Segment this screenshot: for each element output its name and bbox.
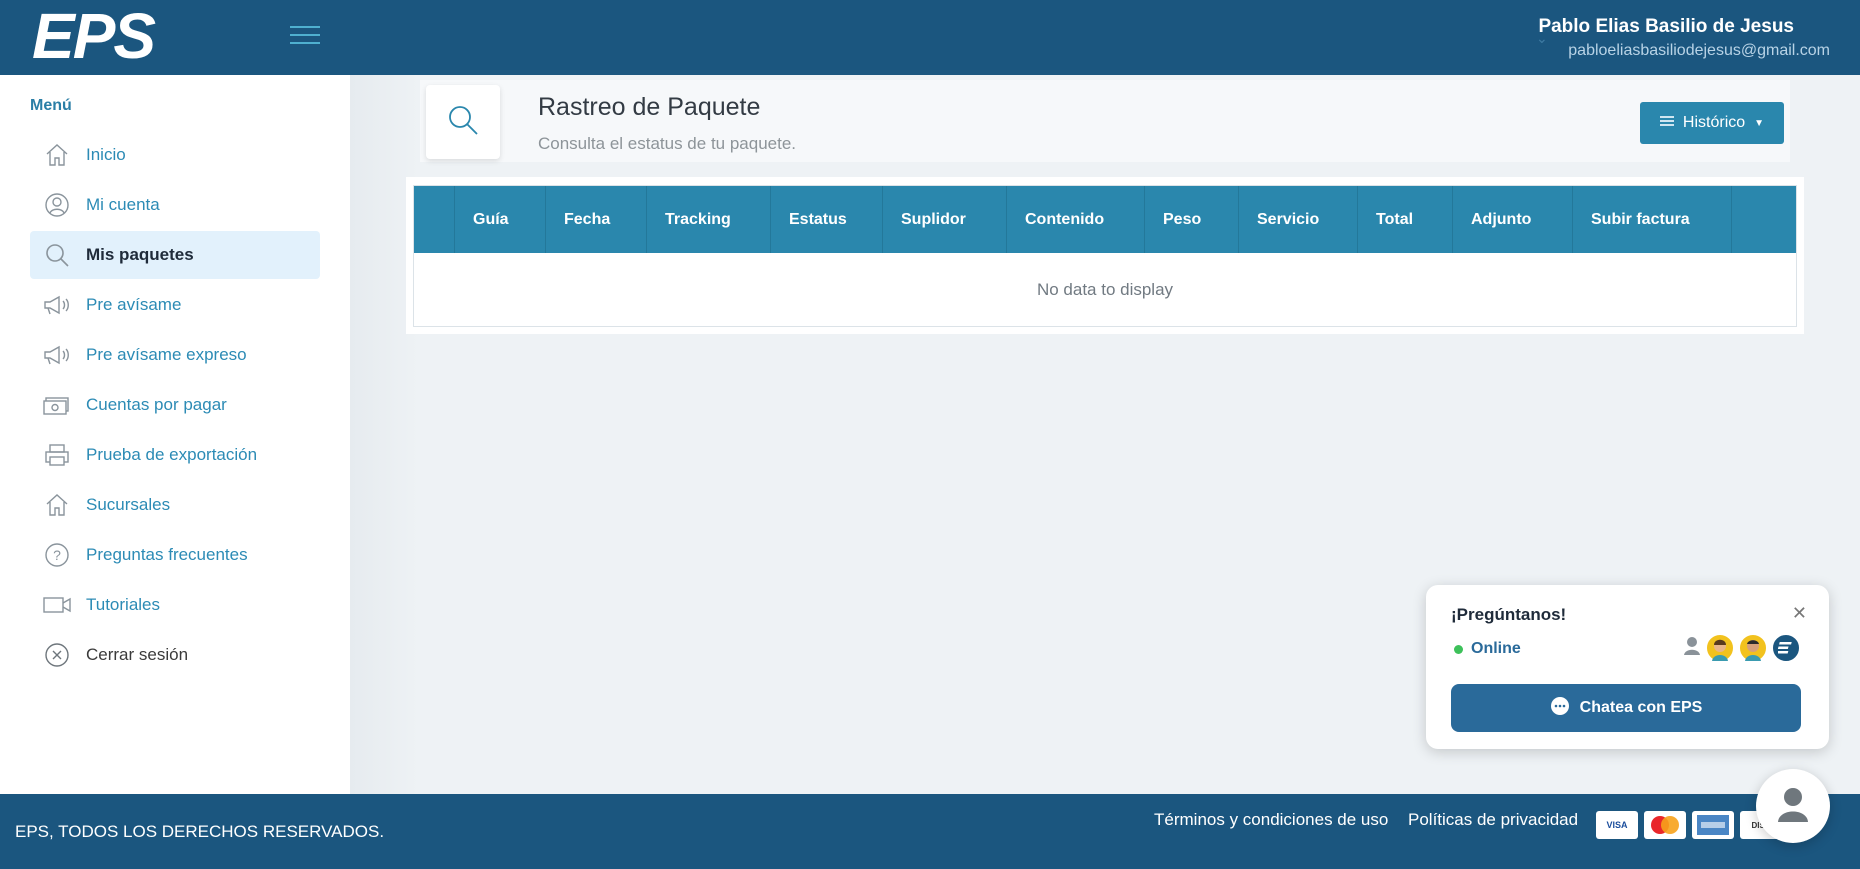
sidebar-item-prueba-exportacion[interactable]: Prueba de exportación — [30, 431, 320, 479]
terms-link[interactable]: Términos y condiciones de uso — [1154, 810, 1388, 830]
sidebar-item-label: Mi cuenta — [86, 195, 160, 214]
column-header-fecha[interactable]: Fecha — [546, 186, 647, 253]
column-header-guia[interactable]: Guía — [455, 186, 546, 253]
mastercard-icon — [1644, 811, 1686, 839]
column-header-select[interactable] — [414, 186, 455, 253]
megaphone-icon — [42, 340, 72, 370]
column-header-adjunto[interactable]: Adjunto — [1453, 186, 1573, 253]
sidebar-item-label: Sucursales — [86, 495, 171, 514]
list-icon — [1659, 114, 1674, 132]
close-circle-icon — [42, 640, 72, 670]
historico-dropdown-button[interactable]: Histórico ▼ — [1640, 102, 1784, 144]
chat-status: Online — [1454, 640, 1521, 658]
home-icon — [42, 140, 72, 170]
column-header-suplidor[interactable]: Suplidor — [883, 186, 1007, 253]
sidebar-item-pre-avisame[interactable]: Pre avísame — [30, 281, 320, 329]
page-icon-box — [426, 85, 500, 159]
user-name[interactable]: Pablo Elias Basilio de Jesus — [1538, 16, 1794, 38]
chat-title: ¡Pregúntanos! — [1451, 605, 1567, 624]
sidebar-item-label: Cuentas por pagar — [86, 395, 227, 414]
chat-widget: ¡Pregúntanos! ✕ Online Chatea con EPS — [1426, 585, 1829, 749]
question-icon: ? — [42, 540, 72, 570]
start-chat-label: Chatea con EPS — [1579, 699, 1703, 716]
status-label: Online — [1471, 640, 1521, 657]
agent-avatar — [1705, 633, 1735, 663]
sidebar-item-label: Inicio — [86, 145, 126, 164]
packages-table: Guía Fecha Tracking Estatus Suplidor Con… — [413, 185, 1797, 327]
user-email: pabloeliasbasiliodejesus@gmail.com — [1568, 42, 1830, 59]
sidebar-item-inicio[interactable]: Inicio — [30, 131, 320, 179]
column-header-peso[interactable]: Peso — [1145, 186, 1239, 253]
column-header-servicio[interactable]: Servicio — [1239, 186, 1358, 253]
sidebar-item-label: Pre avísame expreso — [86, 345, 247, 364]
footer-copyright: EPS, TODOS LOS DERECHOS RESERVADOS. — [15, 822, 385, 841]
chat-launcher-button[interactable] — [1756, 769, 1830, 843]
eps-logo[interactable]: EPS — [30, 0, 215, 72]
column-header-estatus[interactable]: Estatus — [771, 186, 883, 253]
sidebar-item-pre-avisame-expreso[interactable]: Pre avísame expreso — [30, 331, 320, 379]
megaphone-icon — [42, 290, 72, 320]
money-icon — [42, 390, 72, 420]
sidebar-item-label: Cerrar sesión — [86, 645, 189, 664]
start-chat-button[interactable]: Chatea con EPS — [1451, 684, 1801, 732]
payment-cards: VISA DISC — [1596, 811, 1782, 839]
agent-avatars — [1682, 633, 1801, 663]
svg-text:?: ? — [53, 547, 61, 563]
column-header-total[interactable]: Total — [1358, 186, 1453, 253]
page-title: Rastreo de Paquete — [538, 93, 761, 121]
sidebar-item-label: Pre avísame — [86, 295, 182, 314]
page-subtitle: Consulta el estatus de tu paquete. — [538, 134, 797, 153]
home-icon — [42, 490, 72, 520]
user-silhouette-icon — [1773, 784, 1813, 829]
visa-card-icon: VISA — [1596, 811, 1638, 839]
eps-avatar — [1771, 633, 1801, 663]
column-header-subir-factura[interactable]: Subir factura — [1573, 186, 1732, 253]
agent-avatar — [1738, 633, 1768, 663]
column-header-contenido[interactable]: Contenido — [1007, 186, 1145, 253]
search-icon — [42, 240, 72, 270]
sidebar-item-cerrar-sesion[interactable]: Cerrar sesión — [30, 631, 320, 679]
sidebar-item-label: Tutoriales — [86, 595, 161, 614]
close-icon[interactable]: ✕ — [1792, 603, 1807, 624]
amex-card-icon — [1692, 811, 1734, 839]
sidebar-item-label: Mis paquetes — [86, 245, 194, 264]
privacy-link[interactable]: Políticas de privacidad — [1408, 810, 1578, 830]
table-header-row: Guía Fecha Tracking Estatus Suplidor Con… — [414, 186, 1796, 253]
search-icon — [446, 103, 480, 142]
svg-text:EPS: EPS — [32, 4, 156, 70]
chat-bubble-icon — [1550, 696, 1570, 721]
historico-label: Histórico — [1682, 114, 1746, 131]
hamburger-menu-icon[interactable] — [290, 26, 320, 48]
user-silhouette-icon — [1682, 635, 1702, 662]
user-icon — [42, 190, 72, 220]
sidebar-item-label: Preguntas frecuentes — [86, 545, 248, 564]
sidebar-menu: Inicio Mi cuenta Mis paquetes Pre avísam… — [30, 131, 320, 681]
footer: EPS, TODOS LOS DERECHOS RESERVADOS. Térm… — [0, 794, 1860, 869]
printer-icon — [42, 440, 72, 470]
sidebar: Menú Inicio Mi cuenta Mis paquetes Pre a… — [0, 75, 350, 794]
sidebar-item-mis-paquetes[interactable]: Mis paquetes — [30, 231, 320, 279]
sidebar-item-tutoriales[interactable]: Tutoriales — [30, 581, 320, 629]
video-icon — [42, 590, 72, 620]
sidebar-item-sucursales[interactable]: Sucursales — [30, 481, 320, 529]
sidebar-item-mi-cuenta[interactable]: Mi cuenta — [30, 181, 320, 229]
caret-down-icon: ▼ — [1754, 117, 1765, 129]
empty-table-message: No data to display — [1036, 280, 1174, 299]
top-navbar: EPS ⌄ Pablo Elias Basilio de Jesus pablo… — [0, 0, 1860, 75]
packages-table-panel: Guía Fecha Tracking Estatus Suplidor Con… — [406, 177, 1804, 334]
online-dot-icon — [1454, 644, 1463, 654]
menu-title: Menú — [30, 97, 72, 114]
column-header-tracking[interactable]: Tracking — [647, 186, 771, 253]
sidebar-item-preguntas-frecuentes[interactable]: ? Preguntas frecuentes — [30, 531, 320, 579]
sidebar-item-label: Prueba de exportación — [86, 445, 258, 464]
sidebar-item-cuentas-por-pagar[interactable]: Cuentas por pagar — [30, 381, 320, 429]
